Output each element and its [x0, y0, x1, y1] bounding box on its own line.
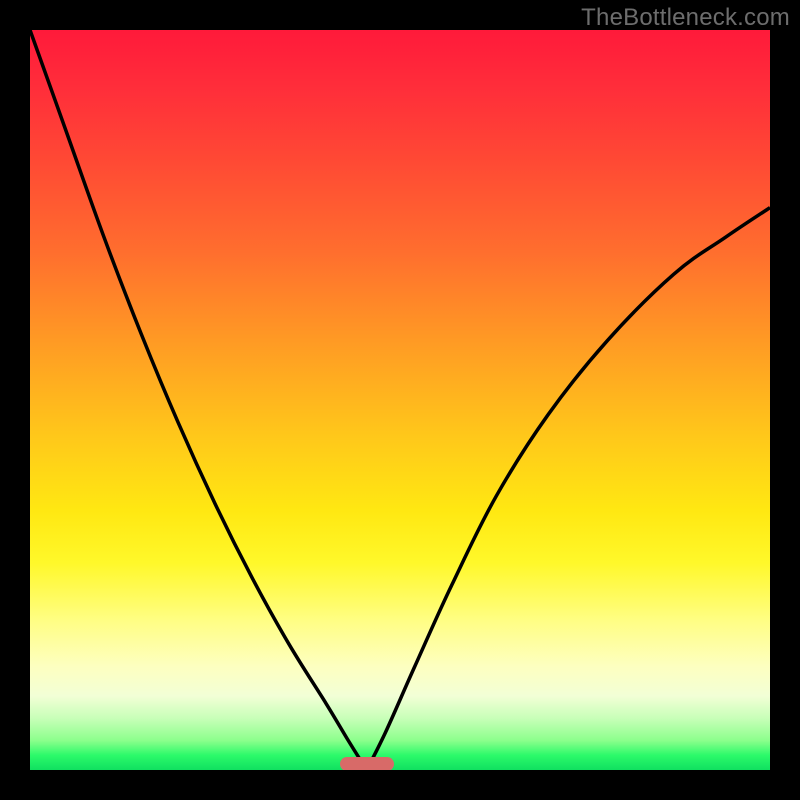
plot-area [30, 30, 770, 770]
right-curve [367, 208, 770, 770]
chart-frame: TheBottleneck.com [0, 0, 800, 800]
curve-layer [30, 30, 770, 770]
watermark-text: TheBottleneck.com [581, 4, 790, 32]
left-curve [30, 30, 367, 770]
optimum-marker [340, 757, 394, 770]
